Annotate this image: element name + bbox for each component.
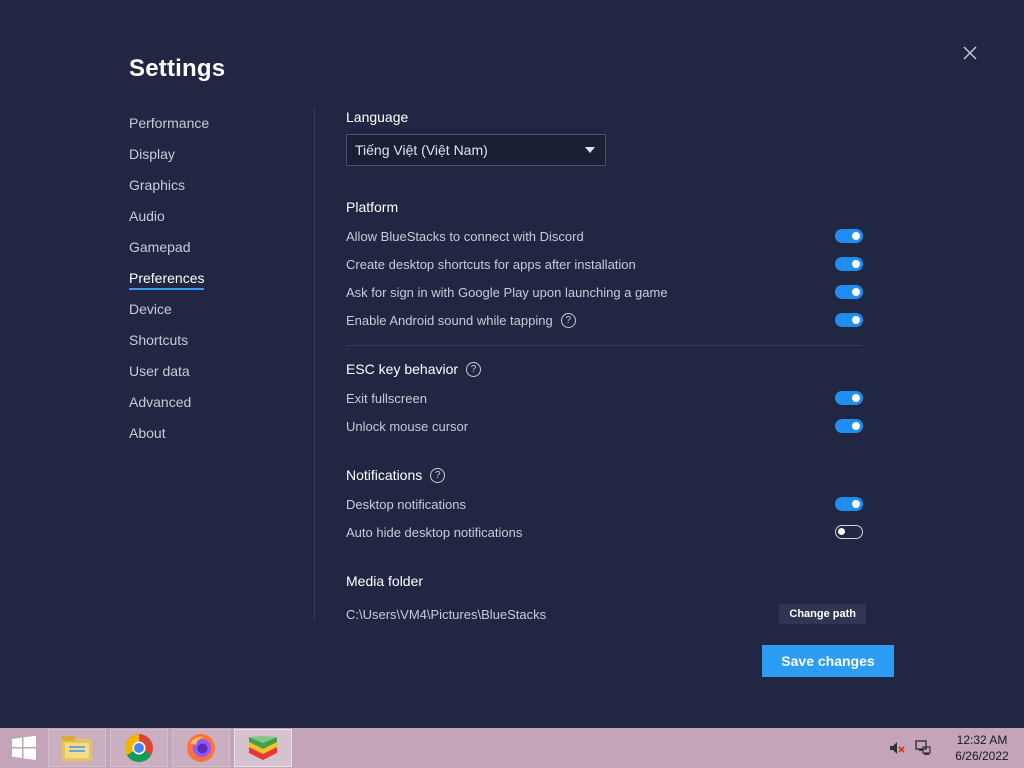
notifications-section-title-text: Notifications (346, 467, 423, 483)
sidebar-item-performance[interactable]: Performance (129, 113, 309, 144)
setting-row: Create desktop shortcuts for apps after … (346, 254, 863, 274)
setting-row: Exit fullscreen (346, 388, 863, 408)
setting-row: Unlock mouse cursor (346, 416, 863, 436)
help-icon[interactable]: ? (466, 361, 482, 377)
start-button[interactable] (0, 728, 48, 768)
media-folder-path: C:\Users\VM4\Pictures\BlueStacks (346, 606, 547, 622)
language-selected-value: Tiếng Việt (Việt Nam) (355, 142, 488, 158)
sidebar-item-label: Performance (129, 115, 210, 131)
sidebar-item-user-data[interactable]: User data (129, 361, 309, 392)
media-section-title: Media folder (346, 573, 424, 589)
sidebar-item-graphics[interactable]: Graphics (129, 175, 309, 206)
system-tray: 12:32 AM 6/26/2022 (888, 728, 1024, 768)
help-icon[interactable]: ? (560, 312, 576, 328)
discord-toggle[interactable] (835, 229, 863, 243)
media-folder-row: C:\Users\VM4\Pictures\BlueStacks Change … (346, 603, 866, 625)
setting-label: Auto hide desktop notifications (346, 524, 523, 540)
sidebar-item-label: User data (129, 363, 190, 379)
sidebar-item-audio[interactable]: Audio (129, 206, 309, 237)
android-sound-toggle[interactable] (835, 313, 863, 327)
auto-hide-notifications-toggle[interactable] (835, 525, 863, 539)
chevron-down-icon (585, 147, 595, 153)
sidebar-item-label: Device (129, 301, 172, 317)
bluestacks-icon (249, 736, 277, 760)
esc-section-title-text: ESC key behavior (346, 361, 459, 377)
save-changes-button[interactable]: Save changes (762, 645, 894, 677)
setting-row: Ask for sign in with Google Play upon la… (346, 282, 863, 302)
setting-row: Desktop notifications (346, 494, 863, 514)
sidebar-item-advanced[interactable]: Advanced (129, 392, 309, 423)
taskbar: 12:32 AM 6/26/2022 (0, 728, 1024, 768)
sidebar-item-label: Shortcuts (129, 332, 189, 348)
sidebar-item-shortcuts[interactable]: Shortcuts (129, 330, 309, 361)
platform-section-title: Platform (346, 199, 399, 215)
close-button[interactable] (958, 41, 982, 65)
setting-label: Create desktop shortcuts for apps after … (346, 256, 636, 272)
setting-label: Exit fullscreen (346, 390, 427, 406)
sidebar-item-label: Display (129, 146, 175, 162)
sidebar-item-label: Graphics (129, 177, 186, 193)
sidebar-item-device[interactable]: Device (129, 299, 309, 330)
sidebar-divider (314, 108, 315, 620)
sidebar-item-label: Gamepad (129, 239, 191, 255)
setting-row: Auto hide desktop notifications (346, 522, 863, 542)
taskbar-chrome[interactable] (110, 729, 168, 767)
taskbar-file-explorer[interactable] (48, 729, 106, 767)
google-play-signin-toggle[interactable] (835, 285, 863, 299)
firefox-icon (187, 734, 215, 762)
sidebar-item-display[interactable]: Display (129, 144, 309, 175)
taskbar-bluestacks[interactable] (234, 729, 292, 767)
clock-time: 12:32 AM (956, 733, 1008, 747)
sidebar-item-gamepad[interactable]: Gamepad (129, 237, 309, 268)
speaker-muted-icon[interactable] (888, 739, 906, 757)
clock-date: 6/26/2022 (955, 749, 1009, 763)
sidebar-item-label: About (129, 425, 166, 441)
close-icon (963, 46, 977, 60)
page-title: Settings (129, 55, 226, 82)
setting-label: Allow BlueStacks to connect with Discord (346, 228, 584, 244)
section-divider (346, 345, 863, 346)
setting-label: Unlock mouse cursor (346, 418, 469, 434)
sidebar-item-label: Preferences (129, 270, 205, 290)
setting-label: Enable Android sound while tapping (346, 312, 553, 328)
unlock-cursor-toggle[interactable] (835, 419, 863, 433)
setting-label: Ask for sign in with Google Play upon la… (346, 284, 668, 300)
taskbar-firefox[interactable] (172, 729, 230, 767)
setting-row: Enable Android sound while tapping ? (346, 310, 863, 330)
desktop-notifications-toggle[interactable] (835, 497, 863, 511)
sidebar-item-label: Advanced (129, 394, 192, 410)
sidebar-item-label: Audio (129, 208, 165, 224)
windows-logo-icon (12, 735, 36, 760)
settings-sidebar: Performance Display Graphics Audio Gamep… (129, 113, 309, 454)
esc-section-title: ESC key behavior ? (346, 361, 482, 377)
change-path-button[interactable]: Change path (779, 604, 866, 624)
sidebar-item-preferences[interactable]: Preferences (129, 268, 309, 299)
taskbar-clock[interactable]: 12:32 AM 6/26/2022 (940, 732, 1024, 764)
file-explorer-icon (62, 736, 92, 761)
sidebar-item-about[interactable]: About (129, 423, 309, 454)
language-section-title: Language (346, 109, 409, 125)
setting-label-group: Enable Android sound while tapping ? (346, 312, 576, 328)
setting-label: Desktop notifications (346, 496, 466, 512)
exit-fullscreen-toggle[interactable] (835, 391, 863, 405)
language-dropdown[interactable]: Tiếng Việt (Việt Nam) (346, 134, 606, 166)
desktop-shortcuts-toggle[interactable] (835, 257, 863, 271)
help-icon[interactable]: ? (430, 467, 446, 483)
network-icon[interactable] (914, 739, 932, 757)
setting-row: Allow BlueStacks to connect with Discord (346, 226, 863, 246)
notifications-section-title: Notifications ? (346, 467, 446, 483)
chrome-icon (125, 734, 153, 762)
